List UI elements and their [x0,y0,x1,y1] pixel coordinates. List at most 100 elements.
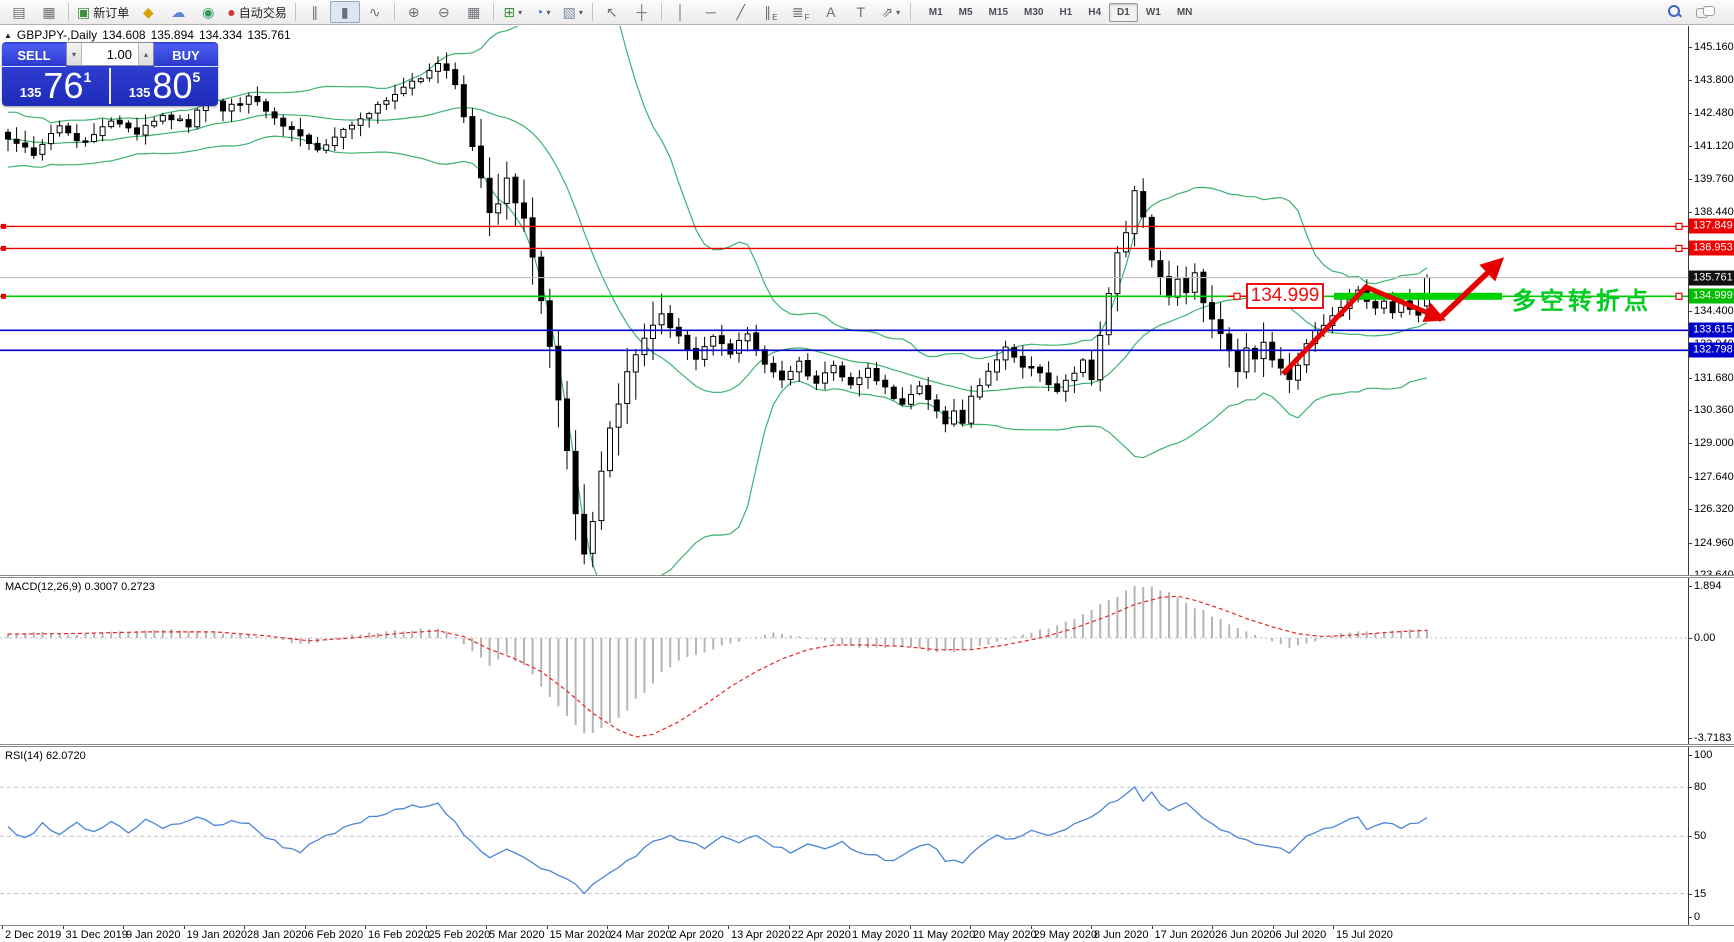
timeframe-w1[interactable]: W1 [1138,3,1169,22]
candle-body [1174,278,1181,298]
timeframe-mn[interactable]: MN [1169,3,1201,22]
line-right-marker[interactable] [1675,292,1683,300]
charts-bar-button[interactable]: ▤ [4,1,34,23]
timeframe-h1[interactable]: H1 [1051,3,1080,22]
candle-body [503,177,510,204]
ohlc-close: 135.761 [247,28,291,42]
new-order-icon: ▣ [77,3,91,20]
sell-button[interactable]: SELL [2,44,66,67]
text-label-tool-button[interactable]: T [846,1,876,23]
candle-body [925,385,932,400]
sell-price[interactable]: 135 76 1 [2,66,109,106]
timeframe-h4[interactable]: H4 [1080,3,1109,22]
line-right-marker[interactable] [1675,244,1683,252]
indicators-add-button[interactable]: ⊞ ▾ [498,1,528,23]
macd-histogram [7,585,1428,734]
horizontal-line-tool-button[interactable]: ─ [696,1,726,23]
buy-price[interactable]: 135 80 5 [111,66,218,106]
candle-body [959,409,966,424]
candle-body [125,122,132,129]
time-axis-label: 13 Apr 2020 [731,929,791,941]
panel-splitter-macd[interactable] [0,575,1734,578]
bars-mode-button[interactable]: ∥ [300,1,330,23]
line-left-marker[interactable] [1,223,6,229]
vertical-line-tool-button[interactable]: │ [666,1,696,23]
candle-body [684,334,691,350]
chevron-down-icon[interactable]: ▾ [518,8,522,17]
buy-button[interactable]: BUY [154,44,218,67]
timeframe-m15[interactable]: M15 [981,3,1016,22]
line-left-marker[interactable] [1,245,6,251]
chat-icon[interactable] [1696,5,1715,19]
volume-input[interactable]: 1.00 [82,43,138,65]
new-order-button[interactable]: ▣ 新订单 [73,1,133,23]
trend-up-arrow[interactable] [1436,257,1505,322]
timeframe-m5[interactable]: M5 [951,3,981,22]
candle-body [1381,300,1387,309]
zoom-out-button[interactable]: ⊖ [429,1,459,23]
zoom-in-button[interactable]: ⊕ [399,1,429,23]
candle-body [1062,379,1069,392]
terminal-button[interactable]: ☁ [163,1,193,23]
candle-body [598,470,605,522]
chevron-down-icon[interactable]: ▾ [546,8,550,17]
callout-marker[interactable] [1233,292,1241,300]
time-axis-label: 19 Jan 2020 [186,929,248,941]
candle-body [1105,293,1112,336]
timeframe-m30[interactable]: M30 [1016,3,1051,22]
line-right-marker[interactable] [1675,222,1683,230]
chevron-down-icon[interactable]: ▾ [896,8,900,17]
line-left-marker[interactable] [1,293,6,299]
candle-body [538,256,545,302]
cursor-button[interactable]: ↖ [597,1,627,23]
bars-mode-icon: ∥ [311,3,319,20]
candle-body [297,129,304,137]
candle-body [1226,333,1233,352]
text-tool-button[interactable]: A [816,1,846,23]
ohlc-open: 134.608 [102,28,146,42]
price-tag-135.761: 135.761 [1689,270,1734,286]
price-axis-tick: 131.680 [1694,371,1734,384]
rsi-chart-canvas[interactable] [0,747,1688,925]
sell-price-big: 76 [43,65,84,106]
arrows-tool-button[interactable]: ⇗ ▾ [876,1,906,23]
toolbar-group: ▤ ▦ [4,1,64,23]
timeframe-group: M1 M5 M15 M30 H1 H4 D1 W1 MN [921,2,1201,22]
price-callout[interactable]: 134.999 [1246,283,1324,309]
collapse-arrow-icon[interactable]: ▲ [4,31,12,40]
mt4-terminal-window: { "toolbar": { "groups": [ {"buttons": [… [0,0,1734,942]
toolbar-separator [393,3,395,21]
turning-point-label[interactable]: 多空转折点 [1512,281,1652,316]
price-axis-tick: 127.640 [1694,470,1734,483]
fibonacci-tool-button[interactable]: ≣ F [786,1,816,23]
price-axis-tick: 142.480 [1694,106,1734,119]
candle-body [383,100,390,105]
chevron-down-icon[interactable]: ▾ [579,8,583,17]
signals-button[interactable]: ◉ [193,1,223,23]
crosshair-button[interactable]: ┼ [627,1,657,23]
search-icon[interactable] [1668,5,1682,19]
candle-body [400,86,407,95]
macd-chart-canvas[interactable] [0,578,1688,744]
fibonacci-tool-sub: F [804,13,810,22]
templates-button[interactable]: ▧ ▾ [558,1,588,23]
tile-windows-button[interactable]: ▦ [459,1,489,23]
auto-trading-button[interactable]: ● 自动交易 [223,1,290,23]
candle-body [779,370,785,381]
periods-button[interactable]: ◔ ▾ [528,1,558,23]
equidistant-channel-tool-button[interactable]: ∥ E [756,1,786,23]
timeframe-d1[interactable]: D1 [1109,2,1138,22]
main-chart-canvas[interactable] [0,26,1688,575]
line-mode-button[interactable]: ∿ [360,1,390,23]
volume-increase-button[interactable]: ▴ [138,43,153,65]
market-watch-button[interactable]: ▦ [34,1,64,23]
trendline-tool-button[interactable]: ╱ [726,1,756,23]
candle-body [624,371,631,405]
candles-mode-button[interactable]: ▮ [329,1,360,23]
volume-decrease-button[interactable]: ▾ [67,43,82,65]
horizontal-line-tool-icon: ─ [705,4,716,20]
candle-body [280,117,287,127]
metaeditor-button[interactable]: ◆ [133,1,163,23]
panel-splitter-rsi[interactable] [0,744,1734,747]
timeframe-m1[interactable]: M1 [921,3,951,22]
